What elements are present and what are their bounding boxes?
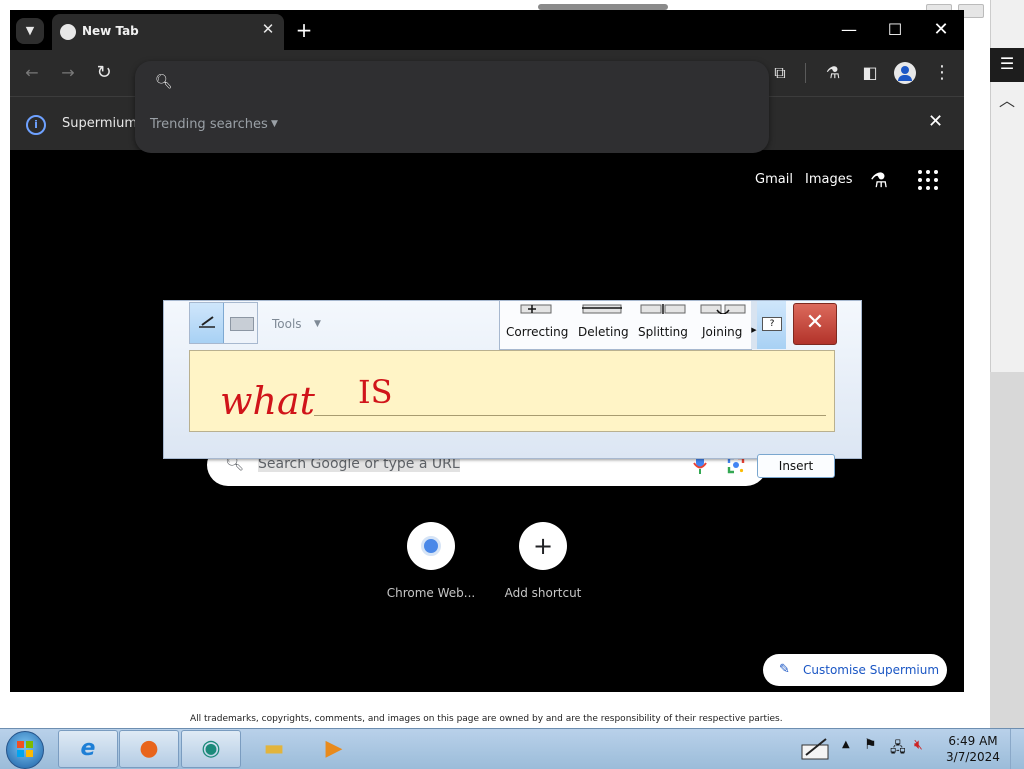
chrome-web-store-icon <box>421 536 441 556</box>
minimize-button[interactable]: — <box>826 16 872 44</box>
joining-gesture-icon <box>700 304 746 314</box>
deleting-gesture-icon <box>582 304 622 314</box>
info-icon: i <box>26 115 46 135</box>
splitting-gesture-icon <box>640 304 686 314</box>
labs-flask-icon[interactable]: ⚗ <box>870 168 888 192</box>
firefox-icon: ● <box>139 736 159 761</box>
gesture-help-bar: Correcting Deleting Splitting Joining <box>499 301 752 350</box>
taskbar-internet-explorer[interactable]: e <box>58 730 118 768</box>
tab-strip: ▼ New Tab ✕ + — ☐ ✕ <box>10 10 964 50</box>
images-link[interactable]: Images <box>805 172 853 187</box>
tablet-input-tray-icon[interactable] <box>800 737 830 761</box>
taskbar-supermium[interactable]: ◉ <box>181 730 241 768</box>
tools-menu[interactable]: Tools <box>272 317 302 331</box>
start-button[interactable] <box>6 731 44 769</box>
avatar-head <box>901 66 909 74</box>
folder-icon: ▬ <box>263 736 285 761</box>
tab-search-chevron-icon[interactable]: ▼ <box>16 18 44 44</box>
writing-pad[interactable]: what IS <box>189 350 835 432</box>
keyboard-icon <box>230 317 254 331</box>
splitting-label: Splitting <box>638 325 688 339</box>
hamburger-menu-icon[interactable]: ☰ <box>990 48 1024 82</box>
insert-button[interactable]: Insert <box>757 454 835 478</box>
maximize-button[interactable]: ☐ <box>872 16 918 44</box>
infobar-text: Supermium <box>62 116 138 131</box>
omnibox-dropdown[interactable]: 🔍︎ Trending searches ▼ <box>135 61 769 153</box>
correcting-gesture-icon <box>520 304 552 314</box>
new-tab-button[interactable]: + <box>292 18 316 42</box>
background-footer-text: All trademarks, copyrights, comments, an… <box>190 714 783 724</box>
pencil-icon: ✎ <box>779 662 790 677</box>
tab-favicon-icon <box>60 24 76 40</box>
input-mode-toggle <box>189 302 258 344</box>
writing-baseline <box>314 415 826 416</box>
shortcut-label: Chrome Web... <box>386 586 476 600</box>
clock-date: 3/7/2024 <box>946 750 1000 764</box>
tablet-input-panel: Tools ▼ Correcting Deleting Splitting Jo… <box>163 300 862 459</box>
windows-logo-icon <box>17 741 33 757</box>
gmail-link[interactable]: Gmail <box>755 172 793 187</box>
add-shortcut-button[interactable]: + <box>519 522 567 570</box>
search-icon: 🔍︎ <box>155 74 173 90</box>
show-desktop-button[interactable] <box>1010 729 1024 769</box>
back-arrow-icon[interactable]: ← <box>20 62 44 84</box>
caret-down-icon[interactable]: ▼ <box>271 119 278 129</box>
action-center-flag-icon[interactable]: ⚑ <box>864 737 877 753</box>
background-scrollbar[interactable] <box>990 372 1024 728</box>
google-apps-grid-icon[interactable] <box>916 168 940 192</box>
taskbar-firefox[interactable]: ● <box>119 730 179 768</box>
infobar-close-icon[interactable]: ✕ <box>928 111 943 132</box>
taskbar-media-player[interactable]: ▶ <box>305 730 363 768</box>
extensions-puzzle-icon[interactable]: ⧉ <box>768 62 792 84</box>
network-icon[interactable]: 🖧︎ <box>890 737 906 761</box>
internet-explorer-icon: e <box>80 736 96 761</box>
trending-searches-toggle[interactable]: Trending searches <box>150 117 268 132</box>
tab-new-tab[interactable]: New Tab ✕ <box>52 14 284 50</box>
forward-arrow-icon[interactable]: → <box>56 62 80 84</box>
keyboard-button[interactable] <box>224 303 257 343</box>
handwritten-ink: what <box>220 379 315 423</box>
tab-close-icon[interactable]: ✕ <box>258 20 278 38</box>
more-gestures-arrow-icon[interactable]: ▶ <box>751 301 757 349</box>
shortcut-label: Add shortcut <box>504 586 582 600</box>
customise-label: Customise Supermium <box>803 663 940 677</box>
toolbar-divider <box>805 63 806 83</box>
customise-button[interactable]: ✎ Customise Supermium <box>763 654 947 686</box>
handwritten-ink: IS <box>358 373 393 411</box>
more-menu-icon[interactable]: ⋮ <box>930 62 954 84</box>
supermium-icon: ◉ <box>201 736 221 761</box>
shortcut-chrome-web-store[interactable] <box>407 522 455 570</box>
scroll-up-icon[interactable]: ︿ <box>990 86 1024 116</box>
tab-title: New Tab <box>82 24 139 38</box>
profile-avatar-icon[interactable] <box>894 62 916 84</box>
close-window-button[interactable]: ✕ <box>918 16 964 44</box>
reload-icon[interactable]: ↻ <box>92 62 116 84</box>
taskbar-file-explorer[interactable]: ▬ <box>245 730 303 768</box>
correcting-label: Correcting <box>506 325 569 339</box>
plus-icon: + <box>532 532 554 560</box>
writing-pad-button[interactable] <box>190 303 224 343</box>
show-hidden-icons-icon[interactable]: ▲ <box>842 739 850 750</box>
media-player-icon: ▶ <box>325 736 343 761</box>
labs-flask-icon[interactable]: ⚗ <box>821 62 845 84</box>
clock-time: 6:49 AM <box>948 734 998 748</box>
caret-down-icon[interactable]: ▼ <box>314 319 321 329</box>
clock[interactable]: 6:49 AM 3/7/2024 <box>940 733 1006 765</box>
joining-label: Joining <box>702 325 743 339</box>
help-pad-icon: ? <box>762 317 782 331</box>
avatar-body <box>898 75 912 81</box>
windows-taskbar: e ● ◉ ▬ ▶ ▲ ⚑ 🖧︎ 🔇︎ 6:49 AM 3/7/2024 <box>0 728 1024 769</box>
deleting-label: Deleting <box>578 325 629 339</box>
writing-pad-icon <box>199 316 215 328</box>
close-panel-button[interactable]: ✕ <box>793 303 837 345</box>
volume-muted-icon[interactable]: 🔇︎ <box>914 737 923 753</box>
side-panel-icon[interactable]: ◧ <box>858 62 882 84</box>
